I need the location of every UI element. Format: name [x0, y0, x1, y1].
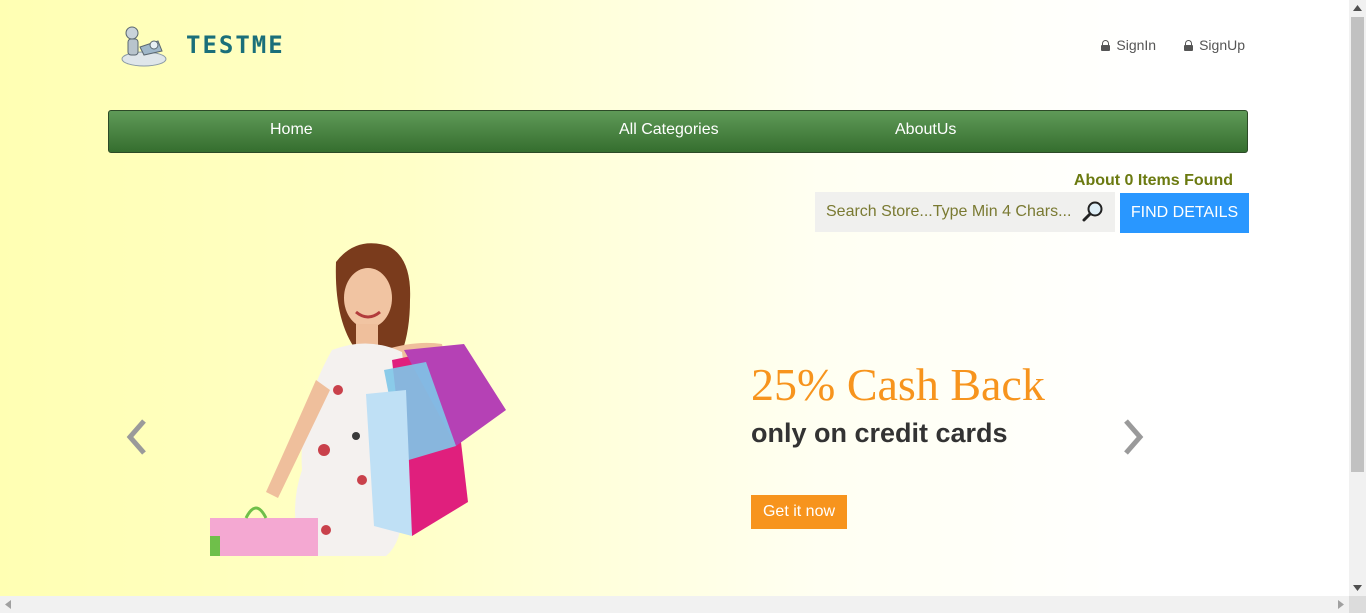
- promo-subline: only on credit cards: [751, 418, 1008, 448]
- items-found-count: About 0 Items Found: [1073, 172, 1233, 189]
- logo-icon: [121, 26, 167, 67]
- nav-item-home[interactable]: Home: [270, 121, 313, 139]
- signin-label: SignIn: [1116, 37, 1157, 53]
- chevron-right-icon[interactable]: [1118, 415, 1148, 459]
- get-it-now-button[interactable]: Get it now: [751, 495, 847, 529]
- logo-text: TESTME: [186, 31, 285, 59]
- auth-links: SignIn SignUp: [1101, 37, 1245, 53]
- nav-item-all-categories[interactable]: All Categories: [619, 121, 719, 139]
- vertical-scrollbar-thumb[interactable]: [1351, 17, 1364, 472]
- horizontal-scrollbar[interactable]: [0, 596, 1349, 613]
- main-navbar: Home All Categories AboutUs: [108, 110, 1248, 153]
- promo-headline: 25% Cash Back: [751, 359, 1045, 410]
- page: TESTME SignIn SignUp Home All Categories…: [0, 0, 1350, 597]
- vertical-scrollbar[interactable]: [1349, 0, 1366, 596]
- lock-icon: [1101, 39, 1111, 51]
- scrollbar-corner: [1349, 596, 1366, 613]
- logo[interactable]: TESTME: [118, 20, 318, 70]
- signin-link[interactable]: SignIn: [1101, 37, 1156, 53]
- signup-label: SignUp: [1199, 37, 1245, 53]
- lock-icon: [1184, 39, 1194, 51]
- nav-item-aboutus[interactable]: AboutUs: [895, 121, 956, 139]
- promo-carousel: 25% Cash Back only on credit cards Get i…: [108, 240, 1246, 556]
- scroll-left-arrow-icon[interactable]: [5, 600, 11, 609]
- search-input[interactable]: [815, 193, 1079, 231]
- search-box: [815, 192, 1115, 232]
- scroll-up-arrow-icon[interactable]: [1353, 5, 1362, 11]
- chevron-left-icon[interactable]: [122, 415, 152, 459]
- hero-shopping-woman-image: [210, 243, 506, 556]
- find-details-button[interactable]: FIND DETAILS: [1120, 193, 1249, 233]
- search-icon[interactable]: [1079, 198, 1107, 226]
- scroll-down-arrow-icon[interactable]: [1353, 585, 1362, 591]
- signup-link[interactable]: SignUp: [1184, 37, 1245, 53]
- scroll-right-arrow-icon[interactable]: [1338, 600, 1344, 609]
